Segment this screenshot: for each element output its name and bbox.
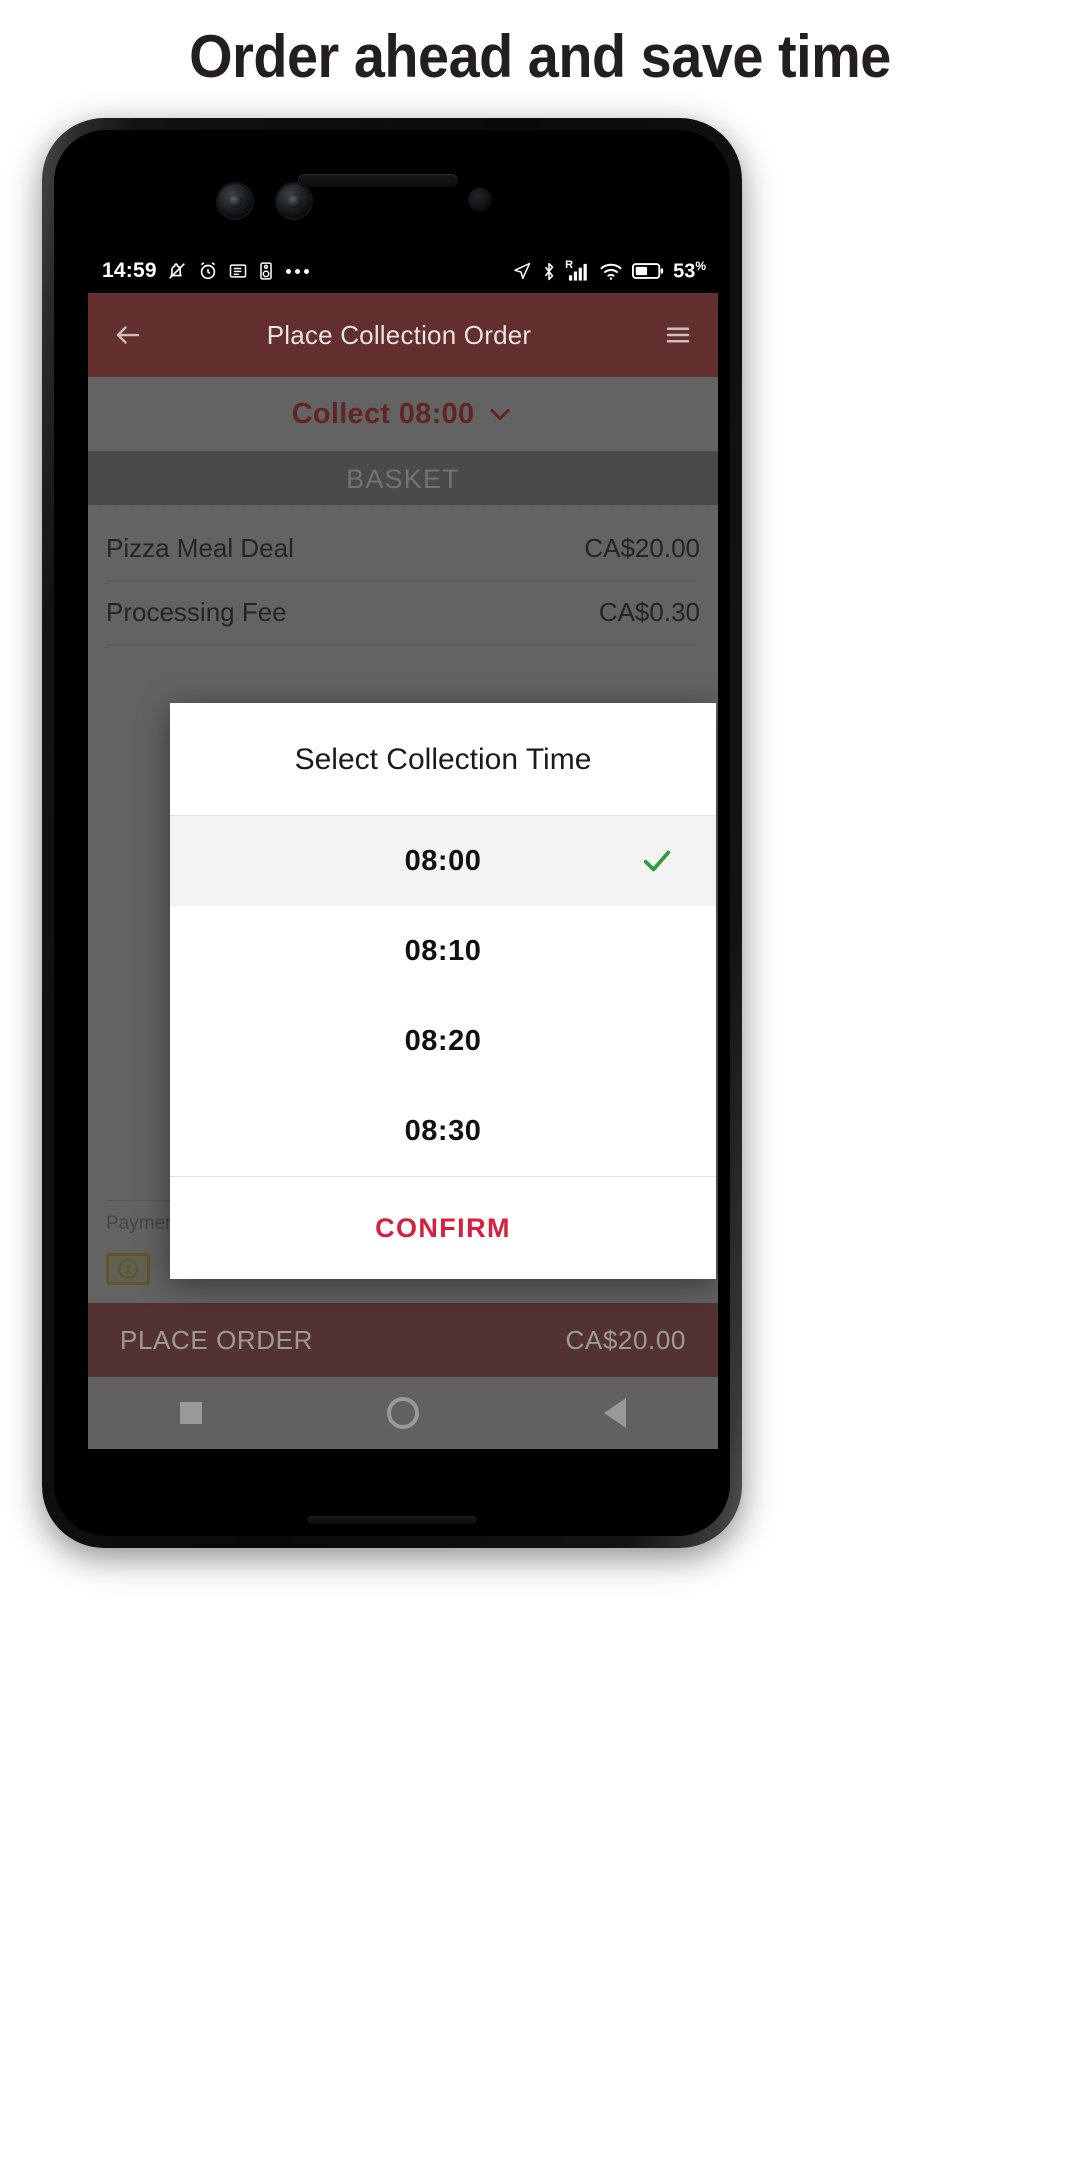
bottom-speaker <box>307 1516 477 1524</box>
android-nav-bar <box>88 1377 718 1449</box>
app-bar-title: Place Collection Order <box>266 319 532 350</box>
basket-header: BASKET <box>88 451 718 515</box>
front-camera-icon <box>218 184 252 218</box>
collect-time-label: Collect 08:00 <box>291 397 475 430</box>
collect-time-selector[interactable]: Collect 08:00 <box>88 377 718 451</box>
secondary-camera-icon <box>277 184 311 218</box>
basket-item-name: Processing Fee <box>106 597 287 627</box>
basket-item-name: Pizza Meal Deal <box>106 533 294 563</box>
table-row[interactable]: Processing Fee CA$0.30 <box>106 581 700 645</box>
confirm-button[interactable]: CONFIRM <box>170 1177 716 1279</box>
basket-item-price: CA$20.00 <box>584 533 700 563</box>
speaker-icon <box>257 261 275 281</box>
basket-item-list: Pizza Meal Deal CA$20.00 Processing Fee … <box>88 507 718 645</box>
list-item[interactable]: 08:30 <box>170 1086 716 1176</box>
phone-mockup-frame: 14:59 R 53% Place Collection Order Colle… <box>42 118 742 1548</box>
place-order-label: PLACE ORDER <box>120 1324 313 1355</box>
alarm-clock-icon <box>197 260 219 282</box>
bluetooth-icon <box>541 261 557 282</box>
triangle-back-icon[interactable] <box>603 1398 626 1428</box>
cash-note-icon: 1 <box>106 1253 150 1285</box>
phone-screen: 14:59 R 53% Place Collection Order Colle… <box>88 249 718 1449</box>
select-collection-time-dialog: Select Collection Time 08:00 08:10 08:20… <box>170 703 716 1279</box>
page-title: Order ahead and save time <box>189 23 891 90</box>
chevron-down-icon <box>486 400 514 428</box>
time-option-label: 08:20 <box>404 1024 482 1057</box>
circle-home-icon[interactable] <box>386 1397 419 1429</box>
dialog-title: Select Collection Time <box>294 743 592 776</box>
news-icon <box>228 261 248 281</box>
confirm-button-label: CONFIRM <box>375 1212 511 1243</box>
list-item[interactable]: 08:10 <box>170 906 716 996</box>
battery-icon <box>632 262 664 280</box>
battery-percentage: 53% <box>673 258 706 283</box>
list-item[interactable]: 08:20 <box>170 996 716 1086</box>
status-bar: 14:59 R 53% <box>88 249 718 293</box>
roaming-label: R <box>565 258 574 271</box>
time-option-label: 08:00 <box>404 844 482 877</box>
phone-bezel: 14:59 R 53% Place Collection Order Colle… <box>54 130 730 1536</box>
basket-item-price: CA$0.30 <box>598 597 700 627</box>
time-option-label: 08:10 <box>404 934 482 967</box>
bell-off-icon <box>166 260 188 282</box>
app-bar: Place Collection Order <box>88 293 718 377</box>
proximity-sensor-icon <box>468 188 492 212</box>
basket-header-label: BASKET <box>346 463 460 494</box>
hamburger-menu-icon[interactable] <box>656 313 700 357</box>
earpiece-speaker <box>298 174 458 187</box>
check-icon <box>640 844 674 878</box>
table-row[interactable]: Pizza Meal Deal CA$20.00 <box>106 517 700 581</box>
square-recents-icon[interactable] <box>180 1402 203 1424</box>
place-order-button[interactable]: PLACE ORDER CA$20.00 <box>88 1303 718 1377</box>
wifi-icon <box>599 261 623 281</box>
overflow-dots-icon <box>285 268 309 274</box>
receipt-sawtooth-edge <box>88 505 718 515</box>
roaming-signal-icon: R <box>565 258 590 282</box>
time-option-list: 08:00 08:10 08:20 08:30 <box>170 816 716 1176</box>
place-order-total: CA$20.00 <box>565 1324 686 1355</box>
list-item[interactable]: 08:00 <box>170 816 716 906</box>
location-arrow-icon <box>512 261 532 281</box>
status-clock: 14:59 <box>102 259 157 282</box>
time-option-label: 08:30 <box>404 1114 482 1147</box>
